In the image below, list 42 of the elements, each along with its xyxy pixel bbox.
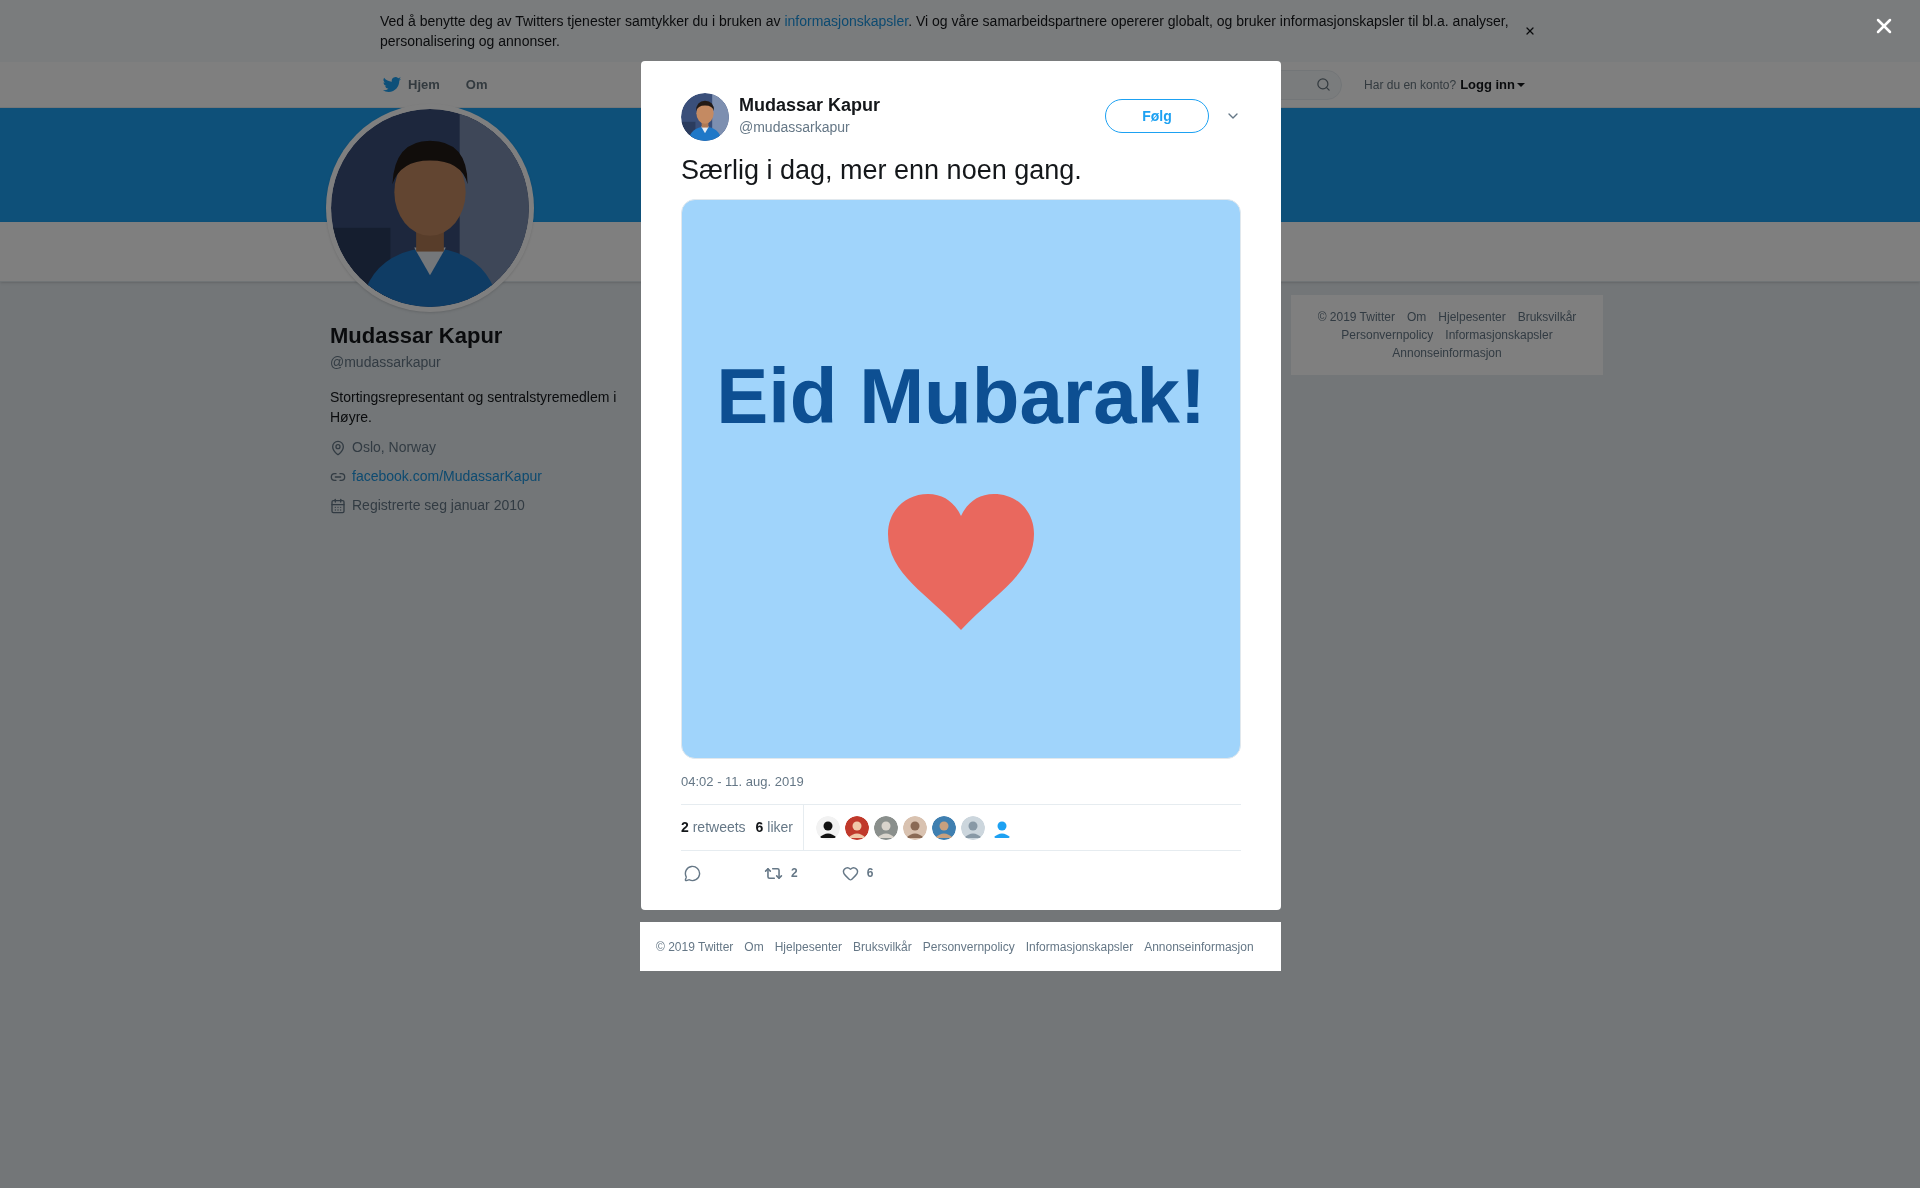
like-stats-link[interactable]: 6 liker <box>755 817 793 838</box>
profile-bio: Stortingsrepresentant og sentralstyremedlem i Høyre. <box>330 388 618 427</box>
footer-link[interactable]: Om <box>1406 309 1427 325</box>
cookie-notice: Ved å benytte deg av Twitters tjenester samtykker du i bruken av informasjonskapsler. Vi og våre samarbeidspartnere opererer globalt, og bruker informasjonskapsler til bl.a. analyser, personalisering og annonser. <box>380 12 1510 51</box>
footer-link[interactable]: Personvernpolicy <box>922 937 1015 956</box>
search-icon <box>1316 77 1332 92</box>
profile-handle: @mudassarkapur <box>330 353 442 372</box>
heart-icon <box>888 494 1034 630</box>
footer-link[interactable]: Personvernpolicy <box>1341 327 1434 343</box>
profile-location: Oslo, Norway <box>352 438 437 457</box>
footer-link[interactable]: Bruksvilkår <box>1517 309 1577 325</box>
caret-icon <box>1517 82 1525 87</box>
like-button[interactable]: 6 <box>841 864 874 882</box>
nav-link[interactable]: Om <box>463 61 490 108</box>
footer-link[interactable]: © 2019 Twitter <box>1317 309 1395 325</box>
close-icon <box>1524 25 1536 37</box>
author-name[interactable]: Mudassar Kapur <box>739 94 881 116</box>
account-prompt: Har du en konto? <box>1364 76 1457 94</box>
footer-link[interactable]: Hjelpesenter <box>774 937 843 956</box>
footer-link[interactable]: Annonseinformasjon <box>1392 345 1502 361</box>
retweet-stats-link[interactable]: 2 retweets <box>681 817 746 838</box>
nav-link[interactable]: Hjem <box>380 61 442 108</box>
footer-link[interactable]: Hjelpesenter <box>1438 309 1506 325</box>
profile-joined: Registrerte seg januar 2010 <box>352 496 525 515</box>
reply-icon[interactable] <box>684 864 701 882</box>
footer-link[interactable]: Om <box>744 937 764 956</box>
media-headline: Eid Mubarak! <box>715 351 1207 442</box>
tweet-text: Særlig i dag, mer enn noen gang. <box>681 154 1083 187</box>
footer-link[interactable]: Annonseinformasjon <box>1144 937 1254 956</box>
calendar-icon <box>330 497 346 514</box>
footer-link[interactable]: Informasjonskapsler <box>1445 327 1553 343</box>
heart-icon <box>841 864 859 882</box>
footer-link[interactable]: Informasjonskapsler <box>1025 937 1134 956</box>
footer-link[interactable]: © 2019 Twitter <box>656 937 734 956</box>
location-icon <box>330 439 346 456</box>
author-handle: @mudassarkapur <box>739 118 851 136</box>
profile-name: Mudassar Kapur <box>330 322 504 350</box>
tweet-timestamp: 04:02 - 11. aug. 2019 <box>681 773 805 791</box>
bird-icon <box>382 74 402 95</box>
retweet-button[interactable]: 2 <box>764 863 798 883</box>
login-button[interactable]: Logg inn <box>1460 74 1525 95</box>
footer-link[interactable]: Bruksvilkår <box>853 937 912 956</box>
